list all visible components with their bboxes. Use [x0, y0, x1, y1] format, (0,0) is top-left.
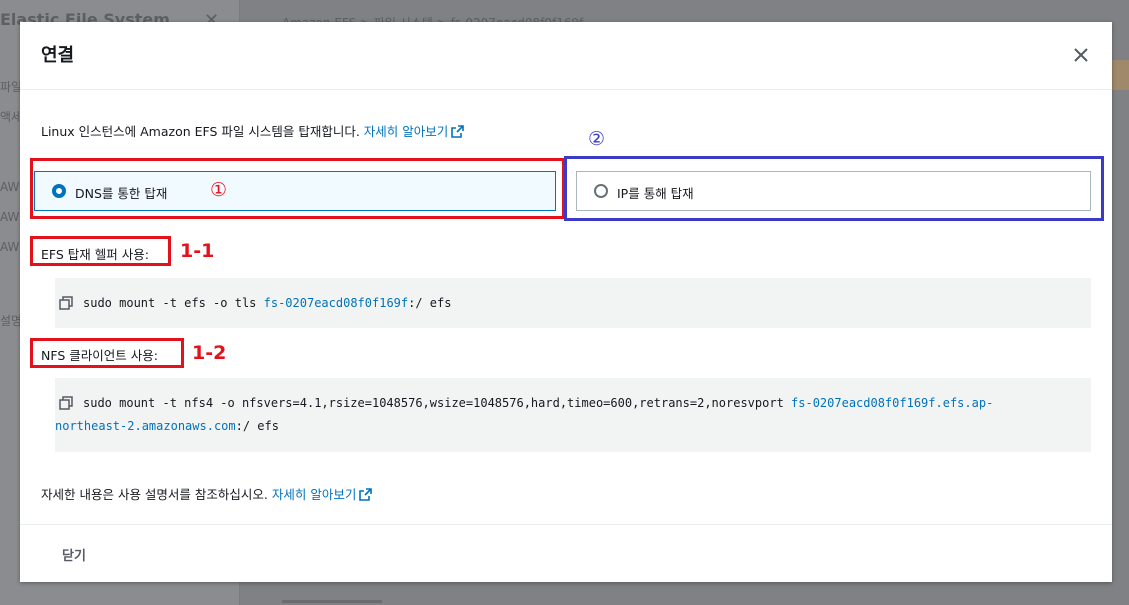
nfs-client-command-line1: sudo mount -t nfs4 -o nfsvers=4.1,rsize=… [83, 396, 993, 410]
intro-text: Linux 인스턴스에 Amazon EFS 파일 시스템을 탑재합니다. 자세… [41, 121, 465, 140]
nfs-client-command-suffix: :/ efs [235, 419, 279, 433]
annotation-step-1-1: 1-1 [180, 240, 215, 262]
annotation-box-nfs-client [30, 338, 184, 368]
background-side-item: 파일 [0, 80, 23, 94]
nfs-client-dns-link-part1[interactable]: fs-0207eacd08f0f169f.efs.ap- [791, 396, 993, 410]
external-link-icon[interactable] [359, 488, 373, 501]
close-button[interactable]: 닫기 [62, 545, 86, 564]
background-scrollbar [282, 600, 382, 603]
modal-footer: 닫기 [20, 524, 1112, 582]
nfs-client-command-prefix: sudo mount -t nfs4 -o nfsvers=4.1,rsize=… [83, 396, 792, 410]
footer-note: 자세한 내용은 사용 설명서를 참조하십시오. 자세히 알아보기 [41, 484, 373, 503]
modal-title: 연결 [41, 45, 75, 66]
nfs-client-command-line2: northeast-2.amazonaws.com:/ efs [55, 419, 279, 433]
footer-note-text: 자세한 내용은 사용 설명서를 참조하십시오. [41, 487, 272, 502]
modal-header: 연결 [20, 22, 1112, 90]
efs-helper-command-prefix: sudo mount -t efs -o tls [83, 296, 264, 310]
intro-learn-more-link[interactable]: 자세히 알아보기 [364, 124, 448, 139]
connect-modal: 연결 Linux 인스턴스에 Amazon EFS 파일 시스템을 탑재합니다.… [20, 22, 1112, 582]
intro-description: Linux 인스턴스에 Amazon EFS 파일 시스템을 탑재합니다. [41, 124, 364, 139]
annotation-box-dns [30, 158, 565, 219]
close-icon[interactable] [1072, 46, 1090, 64]
annotation-circle-2: ② [588, 128, 606, 150]
efs-helper-command-box: sudo mount -t efs -o tls fs-0207eacd08f0… [55, 278, 1091, 328]
external-link-icon[interactable] [451, 125, 465, 138]
annotation-box-ip [564, 156, 1104, 221]
footer-learn-more-link[interactable]: 자세히 알아보기 [272, 487, 356, 502]
efs-helper-command-suffix: :/ efs [408, 296, 452, 310]
background-notification-strip [1112, 60, 1129, 90]
annotation-box-efs-helper [30, 236, 171, 266]
nfs-client-dns-link-part2[interactable]: northeast-2.amazonaws.com [55, 419, 236, 433]
copy-icon[interactable] [59, 296, 73, 310]
efs-helper-command: sudo mount -t efs -o tls fs-0207eacd08f0… [83, 296, 451, 310]
background-side-item: 설명 [0, 314, 23, 328]
efs-helper-filesystem-link[interactable]: fs-0207eacd08f0f169f [264, 296, 409, 310]
background-side-item: 액세 [0, 110, 23, 124]
copy-icon[interactable] [59, 396, 73, 410]
nfs-client-command-box: sudo mount -t nfs4 -o nfsvers=4.1,rsize=… [55, 378, 1091, 452]
annotation-step-1-2: 1-2 [192, 342, 227, 364]
annotation-circle-1: ① [210, 179, 228, 201]
